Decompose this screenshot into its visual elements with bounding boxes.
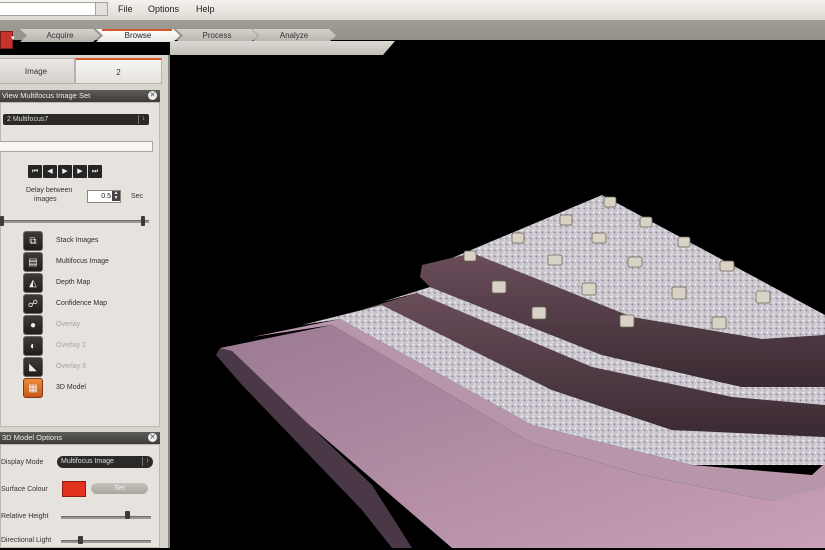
view-mode-label: Confidence Map (56, 300, 107, 307)
stack-images-icon[interactable]: ⧉ (23, 231, 43, 251)
menu-help[interactable]: Help (196, 4, 215, 14)
view-mode-label: Depth Map (56, 279, 91, 286)
3d-model-icon[interactable]: ▦ (23, 378, 43, 398)
view-mode-label: Overlay (56, 321, 81, 328)
menu-options[interactable]: Options (148, 4, 179, 14)
directional-light-slider[interactable] (61, 540, 151, 543)
close-section-icon[interactable]: ✕ (148, 433, 157, 442)
model-options-header[interactable]: 3D Model Options ✕ (0, 432, 160, 444)
disabled-mode-1-icon[interactable]: ● (23, 315, 43, 335)
delay-stepper[interactable]: 0.5 ▲ ▼ (87, 190, 121, 203)
delay-label-line1: Delay between (26, 187, 73, 194)
model-options-body: Display Mode Multifocus Image ↕ Surface … (0, 444, 160, 548)
surface-colour-button[interactable]: Set (91, 483, 148, 494)
play-icon[interactable]: ▶ (58, 165, 72, 178)
3d-viewport[interactable] (172, 55, 825, 548)
status-field (0, 141, 153, 152)
delay-label-line2: images (34, 196, 57, 203)
view-mode-label: Stack Images (56, 237, 99, 244)
disabled-mode-2-icon[interactable]: ◐ (23, 336, 43, 356)
close-section-icon[interactable]: ✕ (148, 91, 157, 100)
panel-tabs: Image 2 (0, 55, 165, 85)
stepper-arrows-icon[interactable]: ▲ ▼ (112, 191, 120, 201)
multifocus-section-header[interactable]: View Multifocus Image Set ✕ (0, 90, 160, 102)
display-mode-select[interactable]: Multifocus Image ↕ (57, 456, 153, 468)
relative-height-label: Relative Height (1, 513, 49, 520)
workflow-substrip (170, 41, 395, 55)
multifocus-image-icon[interactable]: ▤ (23, 252, 43, 272)
skip-end-icon[interactable]: ⏭ (88, 165, 102, 178)
panel-tab-image[interactable]: Image (0, 58, 75, 84)
disabled-mode-3-icon[interactable]: ◣ (23, 357, 43, 377)
directional-light-knob[interactable] (78, 536, 84, 544)
playback-slider[interactable] (3, 220, 149, 223)
display-mode-value: Multifocus Image (61, 458, 114, 465)
step-forward-icon[interactable]: ▶ (73, 165, 87, 178)
surface-colour-swatch[interactable] (62, 481, 86, 497)
directional-light-label: Directional Light (1, 537, 52, 544)
logo-dropdown-icon[interactable]: ▾ (11, 34, 15, 42)
chevron-updown-icon: ↕ (138, 115, 148, 124)
chevron-updown-icon: ↕ (142, 457, 152, 466)
tab-process[interactable]: Process (176, 29, 258, 42)
model-options-title: 3D Model Options (2, 433, 63, 442)
relative-height-knob[interactable] (124, 511, 130, 519)
playback-slider-knob[interactable] (140, 216, 145, 226)
step-back-icon[interactable]: ◀ (43, 165, 57, 178)
tab-acquire[interactable]: Acquire (20, 29, 100, 42)
view-mode-label: 3D Model (56, 384, 86, 391)
surface-colour-label: Surface Colour (1, 486, 48, 493)
confidence-map-icon[interactable]: ☍ (23, 294, 43, 314)
skip-start-icon[interactable]: ⏮ (28, 165, 42, 178)
relative-height-slider[interactable] (61, 516, 151, 519)
image-set-select-value: 2 Multifocus7 (7, 116, 49, 123)
image-set-select[interactable]: 2 Multifocus7 ↕ (3, 114, 149, 125)
panel-tab-2[interactable]: 2 (75, 58, 162, 84)
depth-map-icon[interactable]: ◭ (23, 273, 43, 293)
chevron-down-icon[interactable] (95, 3, 107, 15)
delay-unit: Sec (131, 193, 144, 200)
menu-bar: File Options Help (0, 0, 825, 21)
multifocus-section-title: View Multifocus Image Set (2, 91, 91, 100)
playback-controls: ⏮ ◀ ▶ ▶ ⏭ (28, 165, 102, 178)
display-mode-label: Display Mode (1, 459, 44, 466)
playback-slider-start[interactable] (0, 216, 4, 226)
delay-value: 0.5 (101, 193, 111, 200)
multifocus-section-body: 2 Multifocus7 ↕ ⏮ ◀ ▶ ▶ ⏭ Delay between … (0, 102, 160, 427)
toolbar-combo[interactable] (0, 2, 108, 16)
view-mode-label: Overlay 2 (56, 342, 86, 349)
tab-analyze[interactable]: Analyze (252, 29, 336, 42)
tab-browse[interactable]: Browse (96, 29, 180, 42)
menu-file[interactable]: File (118, 4, 133, 14)
view-mode-label: Multifocus Image (56, 258, 109, 265)
left-panel: Image 2 View Multifocus Image Set ✕ 2 Mu… (0, 55, 170, 548)
view-mode-label: Overlay 3 (56, 363, 86, 370)
3d-surface-model[interactable] (172, 55, 825, 548)
